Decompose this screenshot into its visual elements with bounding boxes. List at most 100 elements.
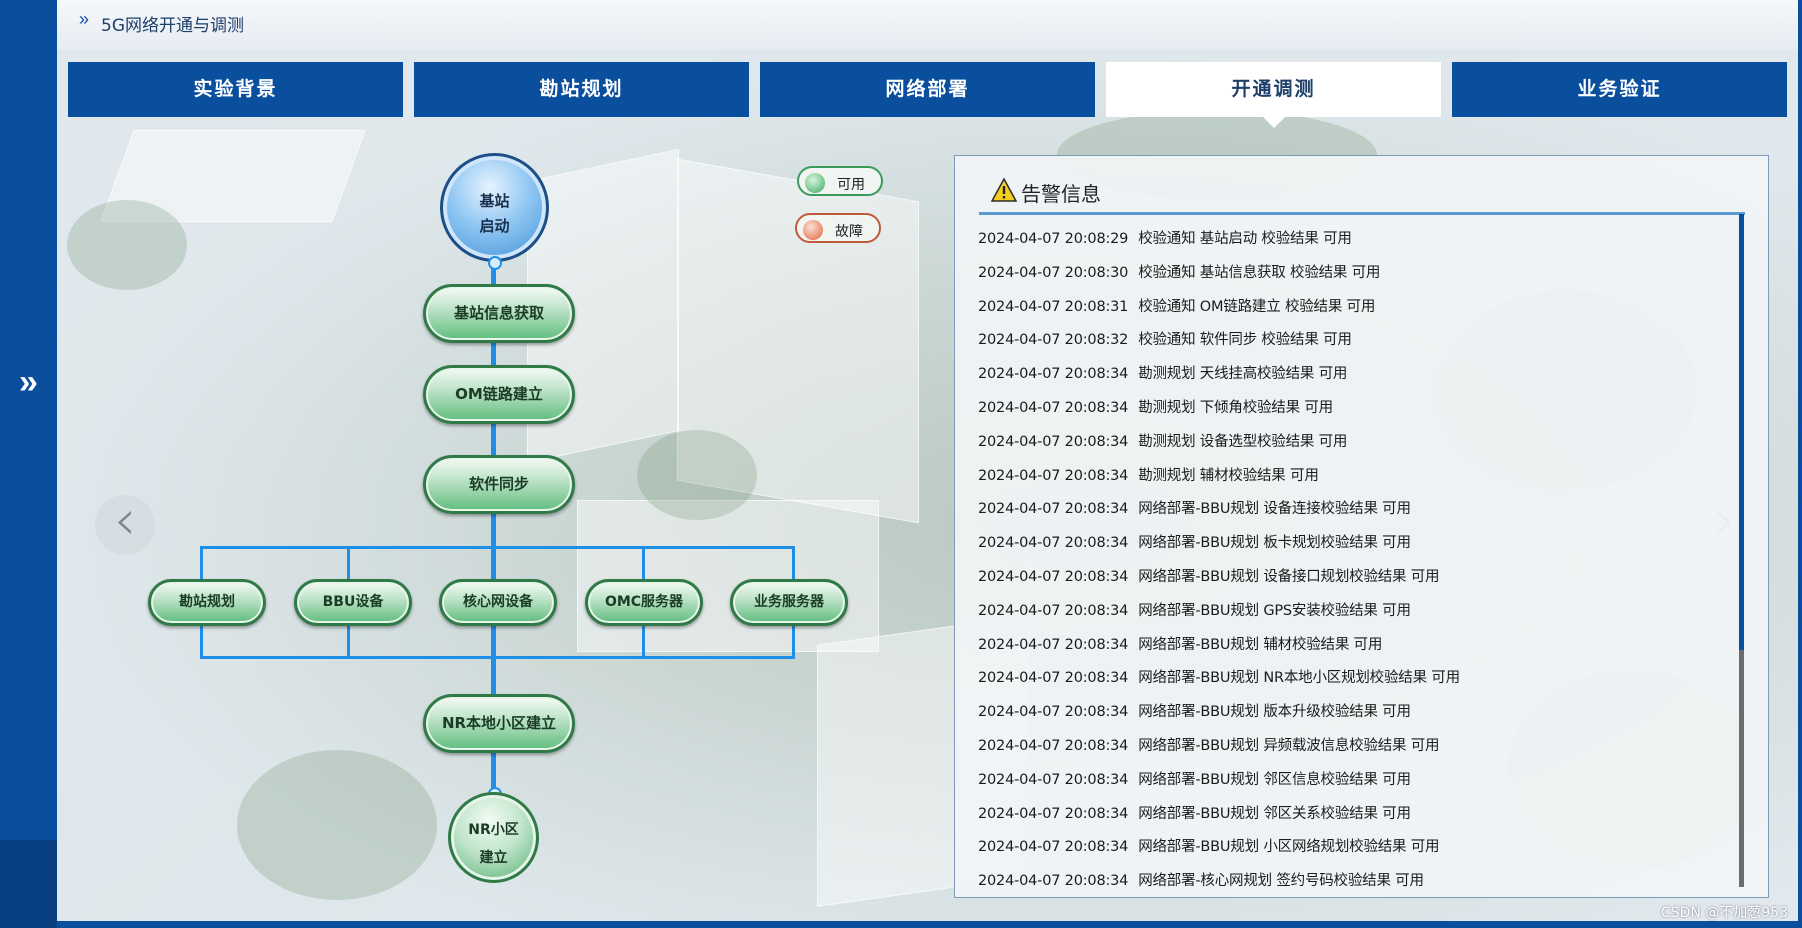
alarm-timestamp: 2024-04-07 20:08:34 xyxy=(978,704,1129,721)
header-bar: » 5G网络开通与调测 xyxy=(57,0,1800,51)
alarm-timestamp: 2024-04-07 20:08:34 xyxy=(978,366,1129,383)
alarm-message: 网络部署-BBU规划 NR本地小区规划校验结果 可用 xyxy=(1138,670,1460,687)
flow-branch-service-server[interactable]: 业务服务器 xyxy=(730,579,848,626)
alarm-timestamp: 2024-04-07 20:08:34 xyxy=(978,873,1129,890)
watermark: CSDN @不加葱953 xyxy=(1660,905,1788,921)
flow-step-nr-local-cell[interactable]: NR本地小区建立 xyxy=(423,694,575,753)
list-item[interactable]: 2024-04-07 20:08:34 网络部署-BBU规划 设备接口规划校验结果… xyxy=(978,565,1718,599)
alarm-timestamp: 2024-04-07 20:08:29 xyxy=(978,231,1129,247)
base-station-start-node[interactable]: 基站 启动 xyxy=(440,153,549,262)
alarm-message: 网络部署-BBU规划 设备接口规划校验结果 可用 xyxy=(1138,568,1440,585)
alarm-list: 2024-04-07 20:08:29 校验通知 基站启动 校验结果 可用 2024… xyxy=(978,227,1718,903)
list-item[interactable]: 2024-04-07 20:08:34 网络部署-BBU规划 板卡规划校验结果 可… xyxy=(978,531,1718,565)
sidebar-footer xyxy=(0,840,57,928)
alarm-message: 校验通知 基站信息获取 校验结果 可用 xyxy=(1138,264,1381,281)
list-item[interactable]: 2024-04-07 20:08:34 网络部署-BBU规划 辅材校验结果 可用 xyxy=(978,633,1718,667)
list-item[interactable]: 2024-04-07 20:08:34 网络部署-BBU规划 小区网络规划校验结果… xyxy=(978,835,1718,869)
list-item[interactable]: 2024-04-07 20:08:34 勘测规划 辅材校验结果 可用 xyxy=(978,464,1718,498)
alarm-timestamp: 2024-04-07 20:08:34 xyxy=(978,568,1129,585)
start-node-label-line2: 启动 xyxy=(479,217,510,235)
legend-available: 可用 xyxy=(797,166,883,196)
alarm-message: 网络部署-BBU规划 板卡规划校验结果 可用 xyxy=(1138,535,1411,552)
alarm-timestamp: 2024-04-07 20:08:34 xyxy=(978,805,1129,822)
list-item[interactable]: 2024-04-07 20:08:34 网络部署-BBU规划 邻区信息校验结果 可… xyxy=(978,768,1718,802)
alarm-message: 校验通知 基站启动 校验结果 可用 xyxy=(1138,231,1352,247)
alarm-message: 勘测规划 下倾角校验结果 可用 xyxy=(1138,399,1333,416)
list-item[interactable]: 2024-04-07 20:08:34 网络部署-BBU规划 版本升级校验结果 可… xyxy=(978,700,1718,734)
available-status-icon xyxy=(805,173,825,193)
flow-step-om-link[interactable]: OM链路建立 xyxy=(423,365,575,424)
alarm-timestamp: 2024-04-07 20:08:34 xyxy=(978,501,1129,518)
flow-step-base-station-info[interactable]: 基站信息获取 xyxy=(423,284,575,343)
alarm-timestamp: 2024-04-07 20:08:34 xyxy=(978,399,1129,416)
fault-status-icon xyxy=(803,220,823,240)
alarm-timestamp: 2024-04-07 20:08:34 xyxy=(978,670,1129,687)
flow-branch-core-network[interactable]: 核心网设备 xyxy=(439,579,557,626)
divider xyxy=(979,212,1745,215)
alarm-message: 网络部署-BBU规划 异频载波信息校验结果 可用 xyxy=(1138,737,1440,754)
list-item[interactable]: 2024-04-07 20:08:34 网络部署-BBU规划 GPS安装校验结果 … xyxy=(978,599,1718,633)
alarm-message: 网络部署-BBU规划 邻区信息校验结果 可用 xyxy=(1138,771,1411,788)
list-item[interactable]: 2024-04-07 20:08:29 校验通知 基站启动 校验结果 可用 xyxy=(978,227,1718,261)
chevron-left-icon[interactable]: ‹ xyxy=(95,493,155,555)
end-node-label-line2: 建立 xyxy=(479,850,508,866)
alarm-message: 网络部署-核心网规划 签约号码校验结果 可用 xyxy=(1138,873,1424,890)
alarm-timestamp: 2024-04-07 20:08:34 xyxy=(978,433,1129,450)
double-chevron-right-icon[interactable]: » xyxy=(0,362,57,402)
alarm-message: 网络部署-BBU规划 设备连接校验结果 可用 xyxy=(1138,501,1411,518)
tab-bar: 实验背景 勘站规划 网络部署 开通调测 业务验证 xyxy=(68,62,1787,128)
tab-experiment-background[interactable]: 实验背景 xyxy=(68,62,403,117)
tab-commissioning[interactable]: 开通调测 xyxy=(1106,62,1441,128)
alarm-message: 网络部署-BBU规划 邻区关系校验结果 可用 xyxy=(1138,805,1411,822)
end-node-label-line1: NR小区 xyxy=(468,822,519,838)
flow-branch-bbu-device[interactable]: BBU设备 xyxy=(294,579,412,626)
alarm-message: 勘测规划 设备选型校验结果 可用 xyxy=(1138,433,1348,450)
warning-triangle-icon xyxy=(991,178,1017,202)
alarm-timestamp: 2024-04-07 20:08:34 xyxy=(978,839,1129,856)
alarm-message: 网络部署-BBU规划 辅材校验结果 可用 xyxy=(1138,636,1383,653)
tab-site-survey[interactable]: 勘站规划 xyxy=(414,62,749,117)
right-border xyxy=(1798,0,1802,928)
legend-fault-label: 故障 xyxy=(835,223,863,239)
tab-network-deployment[interactable]: 网络部署 xyxy=(760,62,1095,117)
alarm-timestamp: 2024-04-07 20:08:34 xyxy=(978,636,1129,653)
alarm-message: 勘测规划 辅材校验结果 可用 xyxy=(1138,467,1319,484)
nr-cell-setup-node[interactable]: NR小区 建立 xyxy=(448,792,539,883)
list-item[interactable]: 2024-04-07 20:08:32 校验通知 软件同步 校验结果 可用 xyxy=(978,328,1718,362)
list-item[interactable]: 2024-04-07 20:08:30 校验通知 基站信息获取 校验结果 可用 xyxy=(978,261,1718,295)
alarm-info-panel: 告警信息 2024-04-07 20:08:29 校验通知 基站启动 校验结果 可… xyxy=(954,155,1769,898)
list-item[interactable]: 2024-04-07 20:08:34 网络部署-BBU规划 NR本地小区规划校验… xyxy=(978,666,1718,700)
start-node-label-line1: 基站 xyxy=(479,192,510,210)
alarm-timestamp: 2024-04-07 20:08:34 xyxy=(978,602,1129,619)
alarm-timestamp: 2024-04-07 20:08:32 xyxy=(978,332,1129,349)
alarm-panel-title: 告警信息 xyxy=(1021,182,1101,206)
double-chevron-right-icon: » xyxy=(79,9,90,29)
alarm-message: 网络部署-BBU规划 小区网络规划校验结果 可用 xyxy=(1138,839,1440,856)
legend-available-label: 可用 xyxy=(837,176,865,192)
list-item[interactable]: 2024-04-07 20:08:34 勘测规划 设备选型校验结果 可用 xyxy=(978,430,1718,464)
flow-branch-site-survey[interactable]: 勘站规划 xyxy=(148,579,266,626)
scrollbar[interactable] xyxy=(1739,214,1744,887)
list-item[interactable]: 2024-04-07 20:08:31 校验通知 OM链路建立 校验结果 可用 xyxy=(978,295,1718,329)
scrollbar-thumb[interactable] xyxy=(1739,214,1744,650)
legend-fault: 故障 xyxy=(795,213,881,243)
alarm-timestamp: 2024-04-07 20:08:34 xyxy=(978,535,1129,552)
page-title: 5G网络开通与调测 xyxy=(101,16,244,36)
list-item[interactable]: 2024-04-07 20:08:34 网络部署-核心网规划 签约号码校验结果 可… xyxy=(978,869,1718,903)
alarm-timestamp: 2024-04-07 20:08:30 xyxy=(978,264,1129,281)
list-item[interactable]: 2024-04-07 20:08:34 网络部署-BBU规划 设备连接校验结果 可… xyxy=(978,497,1718,531)
alarm-message: 网络部署-BBU规划 版本升级校验结果 可用 xyxy=(1138,704,1411,721)
tab-service-verification[interactable]: 业务验证 xyxy=(1452,62,1787,117)
alarm-message: 校验通知 OM链路建立 校验结果 可用 xyxy=(1138,298,1376,315)
alarm-timestamp: 2024-04-07 20:08:34 xyxy=(978,737,1129,754)
alarm-timestamp: 2024-04-07 20:08:34 xyxy=(978,771,1129,788)
flow-branch-omc-server[interactable]: OMC服务器 xyxy=(585,579,703,626)
list-item[interactable]: 2024-04-07 20:08:34 网络部署-BBU规划 异频载波信息校验结果… xyxy=(978,734,1718,768)
alarm-message: 校验通知 软件同步 校验结果 可用 xyxy=(1138,332,1352,349)
alarm-timestamp: 2024-04-07 20:08:31 xyxy=(978,298,1129,315)
bottom-border xyxy=(57,921,1798,928)
list-item[interactable]: 2024-04-07 20:08:34 网络部署-BBU规划 邻区关系校验结果 可… xyxy=(978,802,1718,836)
list-item[interactable]: 2024-04-07 20:08:34 勘测规划 天线挂高校验结果 可用 xyxy=(978,362,1718,396)
list-item[interactable]: 2024-04-07 20:08:34 勘测规划 下倾角校验结果 可用 xyxy=(978,396,1718,430)
flow-step-software-sync[interactable]: 软件同步 xyxy=(423,455,575,514)
